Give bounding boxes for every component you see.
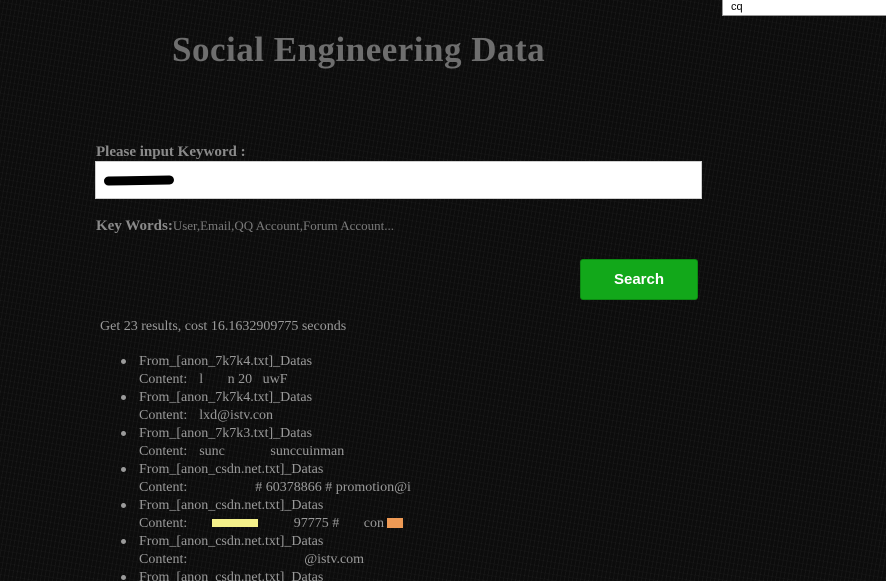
keyword-input[interactable] (95, 161, 702, 199)
result-content: Content: lxd@istv.con (139, 407, 641, 425)
result-item: From_[anon_csdn.net.txt]_Datas (121, 569, 641, 581)
search-button[interactable]: Search (580, 259, 698, 300)
result-item: From_[anon_7k7k4.txt]_Datas Content: l n … (121, 353, 641, 389)
content-label: Content: (139, 372, 188, 387)
result-source: From_[anon_csdn.net.txt]_Datas (139, 570, 324, 581)
bullet-icon (121, 467, 126, 472)
keywords-hint-text: User,Email,QQ Account,Forum Account... (172, 218, 394, 233)
bullet-icon (121, 575, 126, 580)
results-list: From_[anon_7k7k4.txt]_Datas Content: l n … (121, 353, 641, 581)
bullet-icon (121, 359, 126, 364)
bullet-icon (121, 539, 126, 544)
bullet-icon (121, 395, 126, 400)
highlight-mark (387, 518, 403, 528)
result-item: From_[anon_7k7k4.txt]_Datas Content: lxd@… (121, 389, 641, 425)
result-source: From_[anon_7k7k3.txt]_Datas (139, 426, 313, 441)
result-item: From_[anon_7k7k3.txt]_Datas Content: sunc… (121, 425, 641, 461)
content-label: Content: (139, 408, 188, 423)
result-content: Content: @istv.com (139, 551, 641, 569)
result-source: From_[anon_7k7k4.txt]_Datas (139, 390, 313, 405)
content-value: sunc sunccuinman (199, 444, 345, 459)
bullet-icon (121, 503, 126, 508)
content-label: Content: (139, 552, 188, 567)
result-item: From_[anon_csdn.net.txt]_Datas Content: … (121, 533, 641, 569)
result-item: From_[anon_csdn.net.txt]_Datas Content: … (121, 497, 641, 533)
keywords-heading: Key Words: (96, 218, 173, 234)
content-value: l n 20 uwF (199, 372, 299, 387)
content-value: lxd@istv.con (199, 408, 274, 423)
result-source: From_[anon_7k7k4.txt]_Datas (139, 354, 313, 369)
result-source: From_[anon_csdn.net.txt]_Datas (139, 498, 324, 513)
content-value: @istv.com (199, 552, 365, 567)
result-content: Content: sunc sunccuinman (139, 443, 641, 461)
result-source: From_[anon_csdn.net.txt]_Datas (139, 462, 324, 477)
keywords-hint: Key Words:User,Email,QQ Account,Forum Ac… (96, 218, 394, 235)
bullet-icon (121, 431, 126, 436)
result-content: Content: # 60378866 # promotion@i (139, 479, 641, 497)
result-source: From_[anon_csdn.net.txt]_Datas (139, 534, 324, 549)
top-search-input[interactable] (722, 0, 886, 16)
page-title: Social Engineering Data (172, 30, 546, 69)
result-content: Content: l n 20 uwF (139, 371, 641, 389)
keyword-label: Please input Keyword : (96, 144, 246, 160)
results-summary: Get 23 results, cost 16.1632909775 secon… (100, 319, 347, 334)
result-item: From_[anon_csdn.net.txt]_Datas Content: … (121, 461, 641, 497)
content-label: Content: (139, 480, 188, 495)
content-value: # 60378866 # promotion@i (199, 480, 436, 495)
result-content: Content: 97775 # con (139, 515, 641, 533)
redaction-mark (103, 175, 175, 186)
content-label: Content: (139, 516, 188, 531)
content-label: Content: (139, 444, 188, 459)
highlight-mark (212, 519, 258, 527)
